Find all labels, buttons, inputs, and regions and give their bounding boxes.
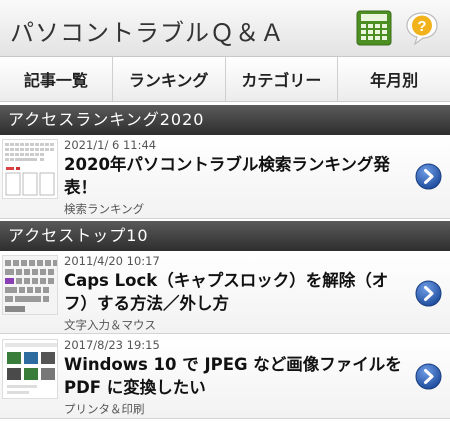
article-item[interactable]: 2017/8/23 19:15 Windows 10 で JPEG など画像ファ… — [0, 335, 450, 419]
help-bubble-icon[interactable]: ? — [404, 10, 440, 46]
article-title[interactable]: Windows 10 で JPEG など画像ファイルを PDF に変換したい — [64, 353, 409, 399]
article-category[interactable]: 検索ランキング — [64, 201, 144, 217]
article-item[interactable]: 2011/4/20 10:17 Caps Lock（キャプスロック）を解除（オフ… — [0, 251, 450, 334]
article-date: 2017/8/23 19:15 — [64, 338, 160, 352]
article-item[interactable]: 2021/1/ 6 11:44 2020年パソコントラブル検索ランキング発表！ … — [0, 135, 450, 219]
nav-by-month[interactable]: 年月別 — [338, 57, 450, 101]
article-title[interactable]: Caps Lock（キャプスロック）を解除（オフ）する方法／外し方 — [64, 269, 409, 315]
article-date: 2021/1/ 6 11:44 — [64, 138, 157, 152]
nav-article-list[interactable]: 記事一覧 — [0, 57, 113, 101]
calculator-icon[interactable] — [356, 10, 392, 46]
nav-ranking[interactable]: ランキング — [112, 57, 226, 101]
chevron-right-icon[interactable] — [415, 280, 442, 307]
app-header: パソコントラブルＱ＆Ａ ? — [0, 0, 450, 57]
site-title[interactable]: パソコントラブルＱ＆Ａ — [10, 13, 285, 48]
article-category[interactable]: プリンタ＆印刷 — [64, 401, 145, 417]
section-header-top-10: アクセストップ10 — [0, 221, 450, 251]
article-thumbnail — [2, 139, 58, 199]
article-thumbnail — [2, 255, 58, 315]
chevron-right-icon[interactable] — [415, 163, 442, 190]
section-header-ranking-2020: アクセスランキング2020 — [0, 105, 450, 135]
article-date: 2011/4/20 10:17 — [64, 254, 160, 268]
article-category[interactable]: 文字入力＆マウス — [64, 317, 156, 333]
help-symbol: ? — [417, 18, 426, 35]
article-title[interactable]: 2020年パソコントラブル検索ランキング発表！ — [64, 153, 409, 199]
chevron-right-icon[interactable] — [415, 363, 442, 390]
article-thumbnail — [2, 339, 58, 399]
nav-category[interactable]: カテゴリー — [225, 57, 339, 101]
main-nav: 記事一覧 ランキング カテゴリー 年月別 — [0, 57, 450, 102]
